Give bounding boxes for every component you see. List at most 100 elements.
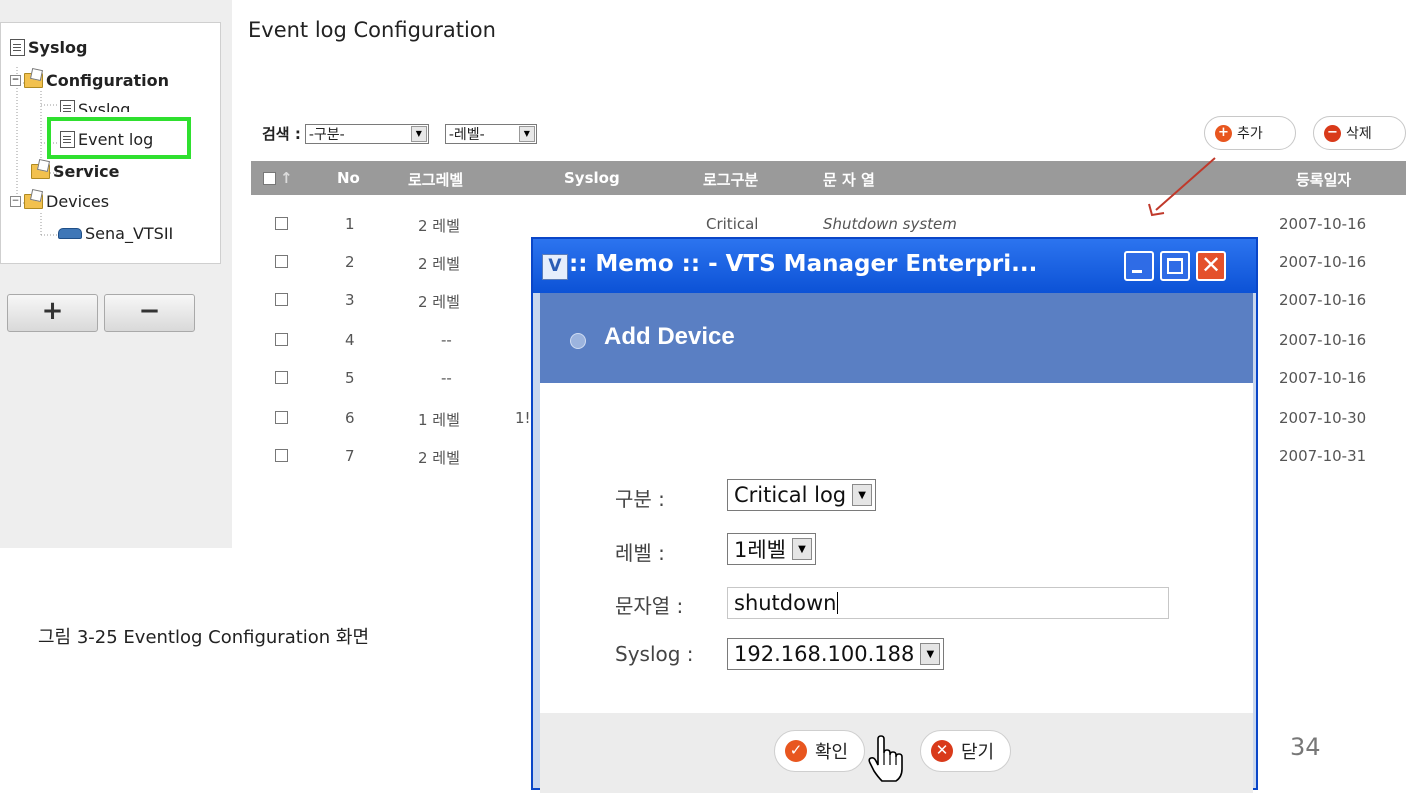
cell-no: 1 bbox=[345, 215, 355, 233]
syslog-select[interactable]: 192.168.100.188 ▼ bbox=[727, 638, 945, 670]
x-icon: ✕ bbox=[931, 740, 953, 762]
row-checkbox[interactable] bbox=[275, 411, 288, 424]
cell-level: 2 레벨 bbox=[418, 449, 460, 467]
cell-level: -- bbox=[441, 369, 452, 387]
row-checkbox[interactable] bbox=[275, 371, 288, 384]
level-label: 레벨 : bbox=[615, 541, 665, 565]
page-number: 34 bbox=[1290, 733, 1321, 761]
open-folder-icon bbox=[24, 73, 43, 88]
tree-node-devices[interactable]: − Devices bbox=[10, 192, 109, 211]
tree-node-device[interactable]: Sena_VTSII bbox=[58, 224, 173, 243]
cell-date: 2007-10-16 bbox=[1279, 291, 1367, 309]
tree-label: Syslog bbox=[28, 38, 88, 57]
input-value: shutdown bbox=[734, 591, 837, 615]
maximize-button[interactable] bbox=[1160, 251, 1190, 281]
column-header[interactable]: No bbox=[337, 169, 360, 187]
dropdown-arrow-icon: ▼ bbox=[518, 125, 535, 142]
tree-add-button[interactable]: + bbox=[7, 294, 98, 332]
cell-level: 1 레벨 bbox=[418, 411, 460, 429]
dialog-heading: Add Device bbox=[604, 323, 735, 350]
open-folder-icon bbox=[24, 194, 43, 209]
select-value: 1레벨 bbox=[734, 538, 787, 562]
row-checkbox[interactable] bbox=[275, 255, 288, 268]
maximize-icon bbox=[1167, 258, 1183, 274]
cell-syslog: 1! bbox=[515, 409, 531, 427]
tree-label: Sena_VTSII bbox=[85, 224, 174, 243]
delete-button[interactable]: − 삭제 bbox=[1313, 116, 1406, 150]
column-header[interactable]: 등록일자 bbox=[1296, 169, 1351, 190]
search-row: 검색 : -구분- ▼ -레벨- ▼ bbox=[262, 123, 537, 144]
type-label: 구분 : bbox=[615, 487, 665, 511]
tree-panel: Syslog − Configuration Syslog Event log … bbox=[0, 0, 232, 548]
select-all-checkbox[interactable] bbox=[263, 172, 276, 185]
dialog-body: Add Device 구분 : Critical log ▼ 레벨 : 1레벨 … bbox=[540, 293, 1253, 793]
cell-no: 3 bbox=[345, 291, 355, 309]
highlight-box bbox=[47, 117, 191, 159]
annotation-arrow bbox=[1148, 157, 1216, 217]
cell-date: 2007-10-16 bbox=[1279, 369, 1367, 387]
tree-node-configuration[interactable]: − Configuration bbox=[10, 71, 169, 90]
close-button-label: 닫기 bbox=[961, 742, 995, 763]
cell-no: 6 bbox=[345, 409, 355, 427]
close-window-button[interactable]: ✕ bbox=[1196, 251, 1226, 281]
column-header[interactable]: 로그레벨 bbox=[408, 169, 463, 190]
dropdown-arrow-icon: ▼ bbox=[852, 484, 873, 506]
select-value: 192.168.100.188 bbox=[734, 642, 915, 666]
tree-label: Devices bbox=[46, 192, 110, 211]
dialog-titlebar[interactable]: V :: Memo :: - VTS Manager Enterpri... ✕ bbox=[533, 239, 1256, 293]
cell-date: 2007-10-16 bbox=[1279, 215, 1367, 233]
select-value: Critical log bbox=[734, 483, 847, 507]
add-device-dialog: V :: Memo :: - VTS Manager Enterpri... ✕… bbox=[531, 237, 1258, 793]
tree-label: Configuration bbox=[46, 71, 170, 90]
column-header[interactable]: 문 자 열 bbox=[823, 169, 875, 190]
folder-icon bbox=[31, 164, 50, 179]
dialog-title: :: Memo :: - VTS Manager Enterpri... bbox=[569, 251, 1038, 277]
document-icon bbox=[10, 39, 25, 56]
cell-text: Shutdown system bbox=[823, 215, 957, 233]
cell-date: 2007-10-31 bbox=[1279, 447, 1367, 465]
bullet-icon bbox=[570, 333, 586, 349]
type-select[interactable]: Critical log ▼ bbox=[727, 479, 877, 511]
column-header[interactable]: 로그구분 bbox=[703, 169, 758, 190]
dropdown-arrow-icon: ▼ bbox=[792, 538, 813, 560]
document-icon bbox=[60, 100, 75, 112]
delete-button-label: 삭제 bbox=[1346, 126, 1372, 142]
minus-icon: − bbox=[1324, 124, 1341, 142]
close-button[interactable]: ✕ 닫기 bbox=[920, 730, 1012, 772]
cell-type: Critical bbox=[706, 215, 759, 233]
tree-remove-button[interactable]: − bbox=[104, 294, 195, 332]
dropdown-arrow-icon: ▼ bbox=[920, 643, 941, 665]
plus-icon: + bbox=[1215, 124, 1232, 142]
sort-arrow-icon[interactable]: ↑ bbox=[280, 169, 293, 187]
minimize-button[interactable] bbox=[1124, 251, 1154, 281]
cell-date: 2007-10-16 bbox=[1279, 253, 1367, 271]
filter-level-select[interactable]: -레벨- ▼ bbox=[444, 123, 537, 144]
row-checkbox[interactable] bbox=[275, 333, 288, 346]
column-header[interactable]: Syslog bbox=[564, 169, 620, 187]
ok-button[interactable]: ✓ 확인 bbox=[774, 730, 866, 772]
app-icon: V bbox=[542, 254, 568, 280]
select-value: -구분- bbox=[308, 126, 345, 143]
ok-button-label: 확인 bbox=[815, 742, 849, 763]
cell-level: 2 레벨 bbox=[418, 293, 460, 311]
add-button[interactable]: + 추가 bbox=[1204, 116, 1296, 150]
text-label: 문자열 : bbox=[615, 594, 684, 618]
cell-level: 2 레벨 bbox=[418, 217, 460, 235]
close-icon: ✕ bbox=[1200, 251, 1222, 279]
tree-label: Service bbox=[53, 162, 120, 181]
tree-node-service[interactable]: Service bbox=[31, 162, 120, 181]
text-caret bbox=[837, 592, 839, 614]
text-input[interactable]: shutdown bbox=[727, 587, 1169, 619]
row-checkbox[interactable] bbox=[275, 217, 288, 230]
collapse-icon[interactable]: − bbox=[10, 75, 21, 86]
row-checkbox[interactable] bbox=[275, 449, 288, 462]
tree-node-syslog[interactable]: Syslog bbox=[10, 38, 87, 57]
level-select[interactable]: 1레벨 ▼ bbox=[727, 533, 817, 565]
filter-type-select[interactable]: -구분- ▼ bbox=[304, 123, 429, 144]
add-button-label: 추가 bbox=[1237, 126, 1263, 142]
device-icon bbox=[58, 228, 82, 239]
tree-node-syslog-config[interactable]: Syslog bbox=[60, 100, 130, 112]
collapse-icon[interactable]: − bbox=[10, 196, 21, 207]
row-checkbox[interactable] bbox=[275, 293, 288, 306]
syslog-label: Syslog : bbox=[615, 642, 694, 666]
